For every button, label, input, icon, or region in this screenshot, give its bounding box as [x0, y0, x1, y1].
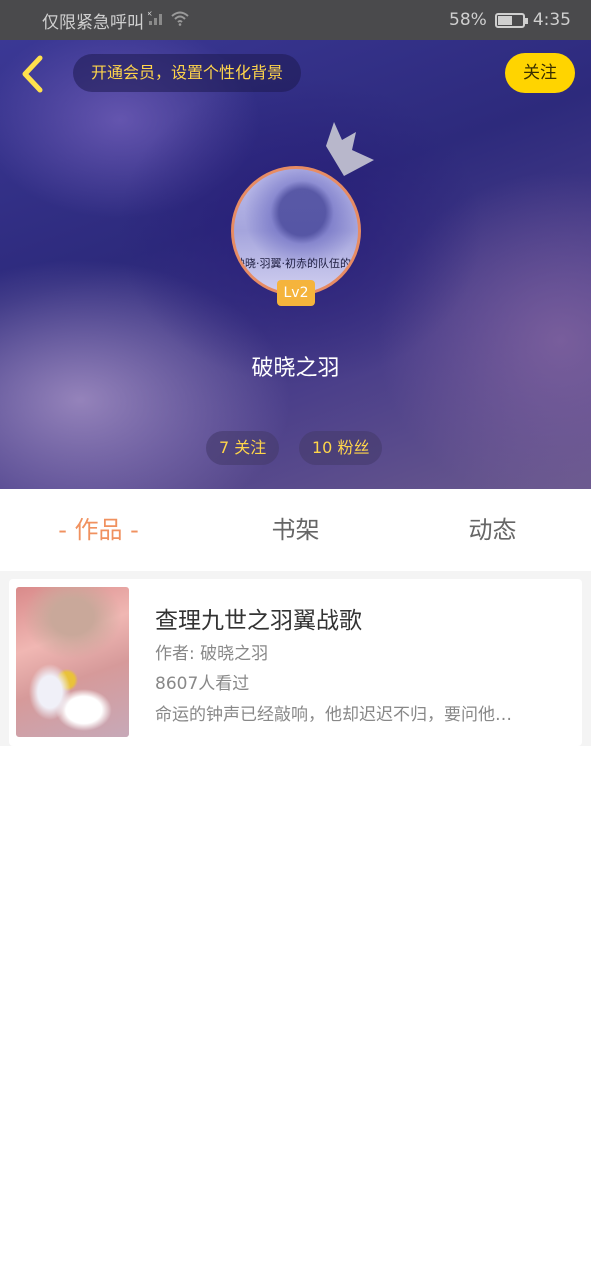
list-item[interactable]: 查理九世之羽翼战歌 作者: 破晓之羽 8607人看过 命运的钟声已经敲响，他却迟… [9, 579, 582, 746]
username: 破晓之羽 [251, 356, 340, 381]
follow-button[interactable]: 关注 [505, 53, 575, 93]
profile-header: 开通会员，设置个性化背景 关注 缺晓·羽翼·初赤的队伍的从 Lv2 破晓之羽 7… [0, 40, 591, 489]
book-author: 作者: 破晓之羽 [155, 644, 269, 664]
tab-activity[interactable]: 动态 [394, 489, 591, 571]
tab-works[interactable]: - 作品 - [0, 489, 197, 571]
book-description: 命运的钟声已经敲响，他却迟迟不归，要问他… [155, 705, 512, 725]
profile-tabs: - 作品 - 书架 动态 [0, 489, 591, 571]
battery-icon [494, 12, 528, 28]
tab-bookshelf[interactable]: 书架 [197, 489, 394, 571]
book-title: 查理九世之羽翼战歌 [155, 608, 362, 634]
following-count[interactable]: 7 关注 [206, 431, 280, 465]
svg-text:×: × [148, 10, 153, 18]
chevron-left-icon [22, 55, 43, 93]
section-divider [0, 571, 591, 579]
level-badge: Lv2 [277, 280, 315, 306]
avatar-caption: 缺晓·羽翼·初赤的队伍的从 [234, 257, 361, 270]
book-view-count: 8607人看过 [155, 674, 250, 694]
wifi-icon [170, 10, 190, 31]
carrier-text: 仅限紧急呼叫 [42, 12, 144, 33]
avatar[interactable]: 缺晓·羽翼·初赤的队伍的从 [231, 166, 361, 296]
vip-background-prompt[interactable]: 开通会员，设置个性化背景 [73, 54, 302, 92]
status-bar: 仅限紧急呼叫 × 58% 4:35 [0, 0, 591, 40]
no-signal-icon: × [146, 9, 166, 31]
status-right: 58% 4:35 [449, 10, 571, 30]
status-left: 仅限紧急呼叫 × [42, 8, 190, 33]
battery-level-fill [497, 15, 512, 25]
crown-icon [326, 122, 374, 176]
followers-count[interactable]: 10 粉丝 [299, 431, 383, 465]
book-cover-image [16, 587, 129, 737]
clock-time: 4:35 [532, 10, 571, 30]
back-button[interactable] [16, 54, 50, 94]
battery-percent: 58% [449, 10, 487, 30]
